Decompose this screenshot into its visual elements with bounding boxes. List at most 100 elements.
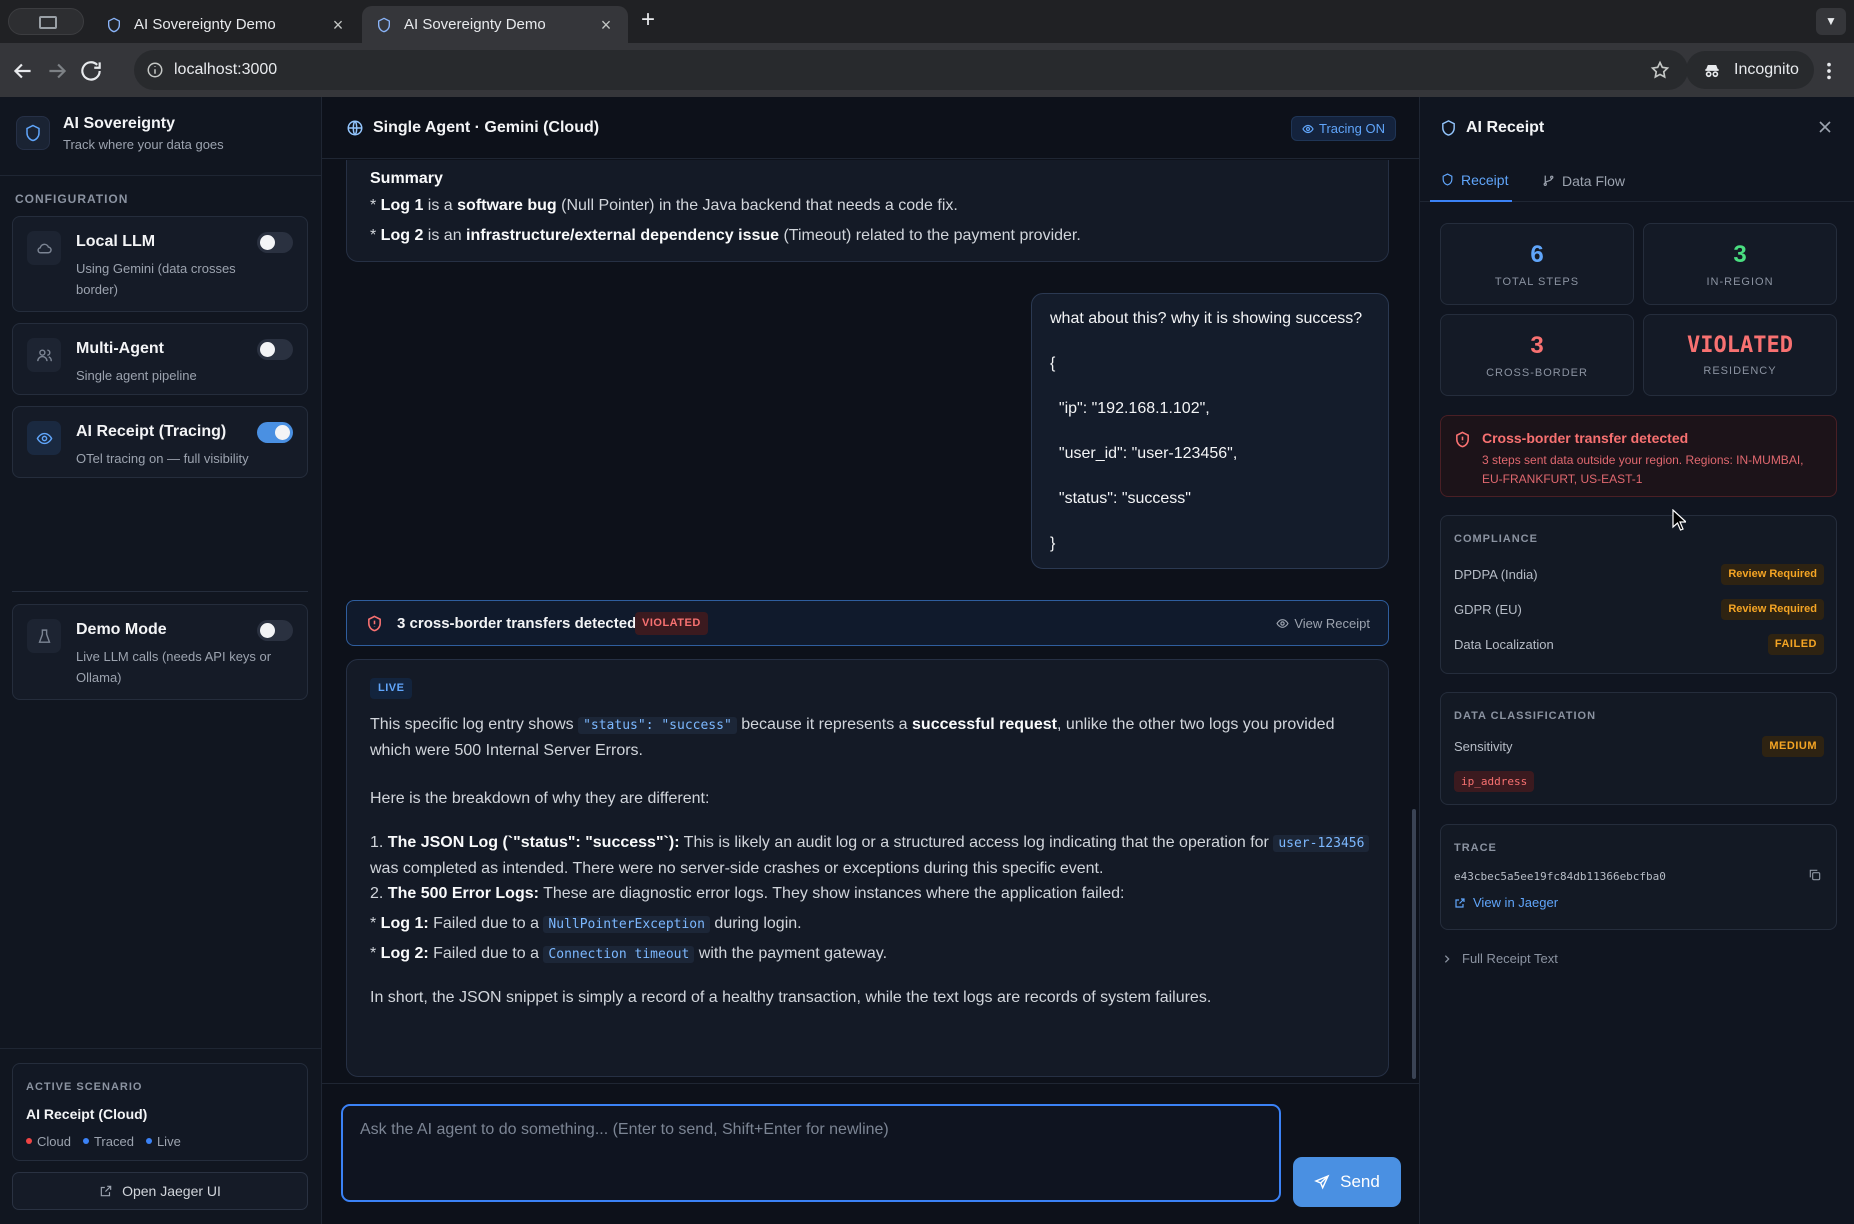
message-line: "ip": "192.168.1.102",: [1050, 400, 1210, 417]
tracing-toggle[interactable]: [257, 422, 293, 443]
stat-value: VIOLATED: [1687, 333, 1793, 358]
more-vert-icon[interactable]: [1818, 59, 1840, 83]
config-title: Demo Mode: [76, 621, 167, 638]
message-line: {: [1050, 355, 1056, 372]
status-badge: Review Required: [1721, 564, 1824, 585]
config-multi-agent[interactable]: Multi-Agent Single agent pipeline: [12, 323, 308, 395]
view-receipt-button[interactable]: View Receipt: [1276, 616, 1370, 631]
tab-strip-icon: [39, 16, 57, 29]
cloud-icon: [27, 231, 61, 265]
stat-in-region: 3 IN-REGION: [1643, 223, 1837, 305]
chat-scrollbar[interactable]: [1412, 809, 1416, 1079]
message-heading: Summary: [370, 170, 443, 187]
transfer-alert: Cross-border transfer detected 3 steps s…: [1440, 415, 1837, 497]
cross-border-alert: 3 cross-border transfers detected VIOLAT…: [346, 600, 1389, 646]
tab-title: AI Sovereignty Demo: [134, 16, 276, 33]
receipt-panel: AI Receipt Receipt Data Flow 6 TOTAL STE…: [1419, 97, 1854, 1224]
message-paragraph: * Log 2: Failed due to a Connection time…: [370, 945, 888, 963]
divider: [0, 1048, 322, 1049]
message-paragraph: Here is the breakdown of why they are di…: [370, 790, 710, 807]
flask-icon: [27, 619, 61, 653]
browser-toolbar: localhost:3000 Incognito: [0, 43, 1854, 97]
chat-main: Single Agent · Gemini (Cloud) Tracing ON…: [322, 97, 1419, 1224]
mouse-cursor-icon: [1672, 509, 1686, 531]
back-arrow-icon[interactable]: [10, 58, 36, 84]
status-badge: FAILED: [1767, 634, 1824, 655]
stat-label: CROSS-BORDER: [1486, 367, 1588, 379]
divider: [322, 1083, 1419, 1084]
shield-icon: [1442, 173, 1453, 186]
config-ai-receipt[interactable]: AI Receipt (Tracing) OTel tracing on — f…: [12, 406, 308, 478]
external-link-icon: [100, 1185, 112, 1197]
tab-list-chevron-icon[interactable]: ▼: [1816, 8, 1846, 35]
message-input[interactable]: [343, 1106, 1279, 1200]
message-paragraph: 1. The JSON Log (`"status": "success"`):…: [370, 830, 1370, 881]
brand-title: AI Sovereignty: [63, 115, 176, 132]
section-label: CONFIGURATION: [15, 192, 129, 206]
local-llm-toggle[interactable]: [257, 232, 293, 253]
shield-icon: [1442, 120, 1455, 136]
view-receipt-label: View Receipt: [1294, 616, 1370, 631]
panel-tabs: Receipt Data Flow: [1420, 159, 1854, 202]
scenario-tag: Live: [146, 1134, 181, 1149]
panel-header: AI Receipt: [1420, 97, 1854, 159]
tab-title: AI Sovereignty Demo: [404, 16, 546, 33]
card-label: DATA CLASSIFICATION: [1454, 710, 1597, 722]
config-description: OTel tracing on — full visibility: [76, 451, 249, 466]
chat-header: Single Agent · Gemini (Cloud) Tracing ON: [322, 97, 1419, 159]
view-in-jaeger-link[interactable]: View in Jaeger: [1454, 895, 1558, 910]
shield-icon: [16, 116, 50, 150]
eye-icon: [27, 421, 61, 455]
message-paragraph: This specific log entry shows "status": …: [370, 716, 1335, 759]
browser-tab[interactable]: AI Sovereignty Demo ×: [92, 6, 360, 43]
tracing-label: Tracing ON: [1319, 121, 1385, 136]
tab-search-button[interactable]: [8, 8, 84, 35]
assistant-message: LIVE This specific log entry shows "stat…: [346, 659, 1389, 1077]
new-tab-button[interactable]: +: [636, 8, 660, 33]
reload-icon[interactable]: [78, 58, 104, 84]
user-message: what about this? why it is showing succe…: [1031, 293, 1389, 569]
message-paragraph: * Log 1: Failed due to a NullPointerExce…: [370, 915, 802, 933]
tab-receipt[interactable]: Receipt: [1430, 159, 1512, 202]
send-icon: [1314, 1174, 1330, 1190]
globe-icon: [347, 120, 363, 136]
chat-scroll-area[interactable]: Summary * Log 1 is a software bug (Null …: [322, 160, 1419, 1080]
close-icon[interactable]: [1815, 117, 1835, 137]
stat-value: 3: [1733, 241, 1747, 268]
multi-agent-toggle[interactable]: [257, 339, 293, 360]
full-receipt-toggle[interactable]: Full Receipt Text: [1442, 951, 1558, 966]
bookmark-star-icon[interactable]: [1650, 60, 1670, 80]
sensitivity-badge: MEDIUM: [1762, 736, 1824, 757]
send-label: Send: [1340, 1172, 1380, 1191]
config-description: Single agent pipeline: [76, 368, 197, 383]
close-icon[interactable]: ×: [598, 16, 614, 34]
trace-card: TRACE e43cbec5a5ee19fc84db11366ebcfba0 V…: [1440, 824, 1837, 930]
message-line: }: [1050, 535, 1056, 552]
close-icon[interactable]: ×: [330, 16, 346, 34]
git-branch-icon: [1543, 175, 1554, 186]
demo-mode-toggle[interactable]: [257, 620, 293, 641]
incognito-label: Incognito: [1734, 61, 1799, 78]
full-receipt-label: Full Receipt Text: [1462, 951, 1558, 966]
incognito-icon: [1705, 65, 1719, 78]
open-jaeger-button[interactable]: Open Jaeger UI: [12, 1172, 308, 1210]
address-bar[interactable]: localhost:3000: [134, 50, 1688, 90]
stat-residency: VIOLATED RESIDENCY: [1643, 314, 1837, 396]
tab-data-flow[interactable]: Data Flow: [1542, 159, 1625, 202]
incognito-indicator[interactable]: Incognito: [1686, 51, 1814, 89]
forward-arrow-icon[interactable]: [44, 58, 70, 84]
compliance-card: COMPLIANCE DPDPA (India) Review Required…: [1440, 515, 1837, 674]
config-demo-mode[interactable]: Demo Mode Live LLM calls (needs API keys…: [12, 604, 308, 700]
chat-title: Single Agent · Gemini (Cloud): [373, 119, 600, 136]
send-button[interactable]: Send: [1293, 1157, 1401, 1207]
config-local-llm[interactable]: Local LLM Using Gemini (data crosses bor…: [12, 216, 308, 312]
browser-tab-active[interactable]: AI Sovereignty Demo ×: [362, 6, 628, 43]
browser-tab-bar: AI Sovereignty Demo × AI Sovereignty Dem…: [0, 0, 1854, 43]
status-badge: Review Required: [1721, 599, 1824, 620]
shield-alert-icon: [1456, 431, 1469, 448]
open-jaeger-label: Open Jaeger UI: [122, 1183, 221, 1199]
shield-icon: [378, 17, 390, 32]
card-label: COMPLIANCE: [1454, 533, 1538, 545]
copy-icon[interactable]: [1808, 868, 1822, 882]
site-info-icon[interactable]: [146, 61, 164, 79]
